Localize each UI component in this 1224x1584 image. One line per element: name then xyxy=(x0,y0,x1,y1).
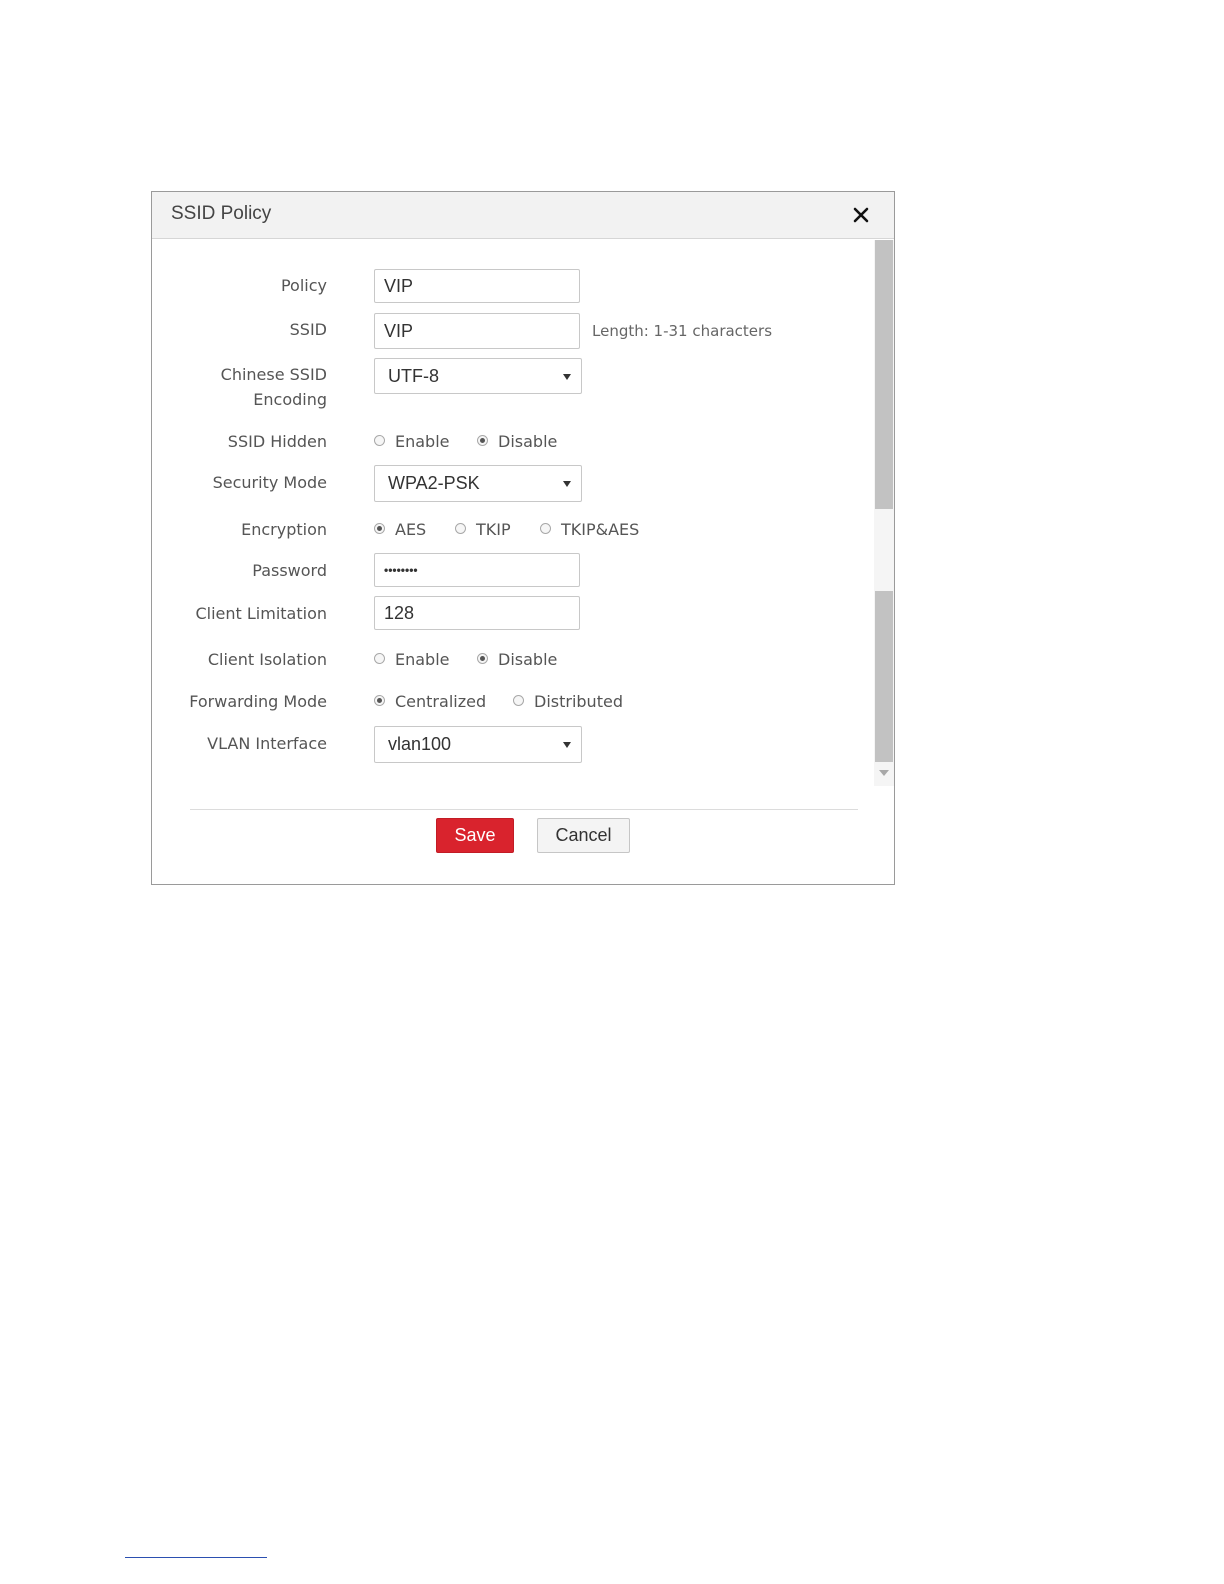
footnote-separator-line xyxy=(125,1557,267,1558)
client-isolation-label: Client Isolation xyxy=(207,650,327,669)
radio-unchecked-icon xyxy=(455,523,466,534)
vlan-interface-value: vlan100 xyxy=(388,734,452,754)
radio-label: Distributed xyxy=(534,692,623,711)
chevron-down-icon xyxy=(563,374,571,380)
radio-label: TKIP xyxy=(476,520,511,539)
vlan-interface-label: VLAN Interface xyxy=(207,734,327,753)
radio-unchecked-icon xyxy=(374,435,385,446)
radio-label: Enable xyxy=(395,650,450,669)
chinese-ssid-encoding-label-line2: Encoding xyxy=(253,390,327,409)
password-label: Password xyxy=(252,561,327,580)
radio-label: AES xyxy=(395,520,427,539)
radio-label: Disable xyxy=(498,650,558,669)
encryption-label: Encryption xyxy=(241,520,327,539)
radio-unchecked-icon xyxy=(513,695,524,706)
radio-checked-icon xyxy=(477,653,488,664)
radio-label: TKIP&AES xyxy=(561,520,640,539)
client-limitation-input[interactable]: 128 xyxy=(374,596,580,630)
scroll-down-arrow-icon[interactable] xyxy=(879,770,889,776)
radio-label: Disable xyxy=(498,432,558,451)
radio-label: Centralized xyxy=(395,692,487,711)
chinese-ssid-encoding-value: UTF-8 xyxy=(388,366,439,386)
radio-checked-icon xyxy=(374,695,385,706)
ssid-length-hint: Length: 1-31 characters xyxy=(592,322,773,340)
client-limitation-label: Client Limitation xyxy=(195,604,327,623)
vlan-interface-select[interactable]: vlan100 xyxy=(374,726,582,763)
ssid-label: SSID xyxy=(289,320,327,339)
scroll-thumb-lower[interactable] xyxy=(875,591,893,762)
radio-unchecked-icon xyxy=(374,653,385,664)
radio-checked-icon xyxy=(374,523,385,534)
ssid-input[interactable]: VIP xyxy=(374,313,580,349)
radio-label: Enable xyxy=(395,432,450,451)
security-mode-select[interactable]: WPA2-PSK xyxy=(374,465,582,502)
dialog-title: SSID Policy xyxy=(171,203,272,224)
policy-input[interactable]: VIP xyxy=(374,269,580,303)
radio-checked-icon xyxy=(477,435,488,446)
policy-label: Policy xyxy=(280,276,327,295)
radio-unchecked-icon xyxy=(540,523,551,534)
scroll-thumb-upper[interactable] xyxy=(875,240,893,509)
security-mode-label: Security Mode xyxy=(212,473,327,492)
ssid-hidden-label: SSID Hidden xyxy=(227,432,327,451)
password-input[interactable]: •••••••• xyxy=(374,553,580,587)
chinese-ssid-encoding-select[interactable]: UTF-8 xyxy=(374,358,582,394)
save-button[interactable]: Save xyxy=(436,818,514,853)
ssid-policy-dialog: SSID Policy Policy VIP SSID VIP Length: … xyxy=(151,191,895,885)
scrollbar[interactable] xyxy=(874,240,894,786)
close-icon[interactable] xyxy=(852,206,870,224)
security-mode-value: WPA2-PSK xyxy=(388,473,480,493)
dialog-header: SSID Policy xyxy=(152,192,894,239)
chevron-down-icon xyxy=(563,742,571,748)
chinese-ssid-encoding-label-line1: Chinese SSID xyxy=(220,365,327,384)
cancel-button[interactable]: Cancel xyxy=(537,818,630,853)
footer-divider xyxy=(190,809,858,810)
forwarding-mode-label: Forwarding Mode xyxy=(189,692,327,711)
chevron-down-icon xyxy=(563,481,571,487)
